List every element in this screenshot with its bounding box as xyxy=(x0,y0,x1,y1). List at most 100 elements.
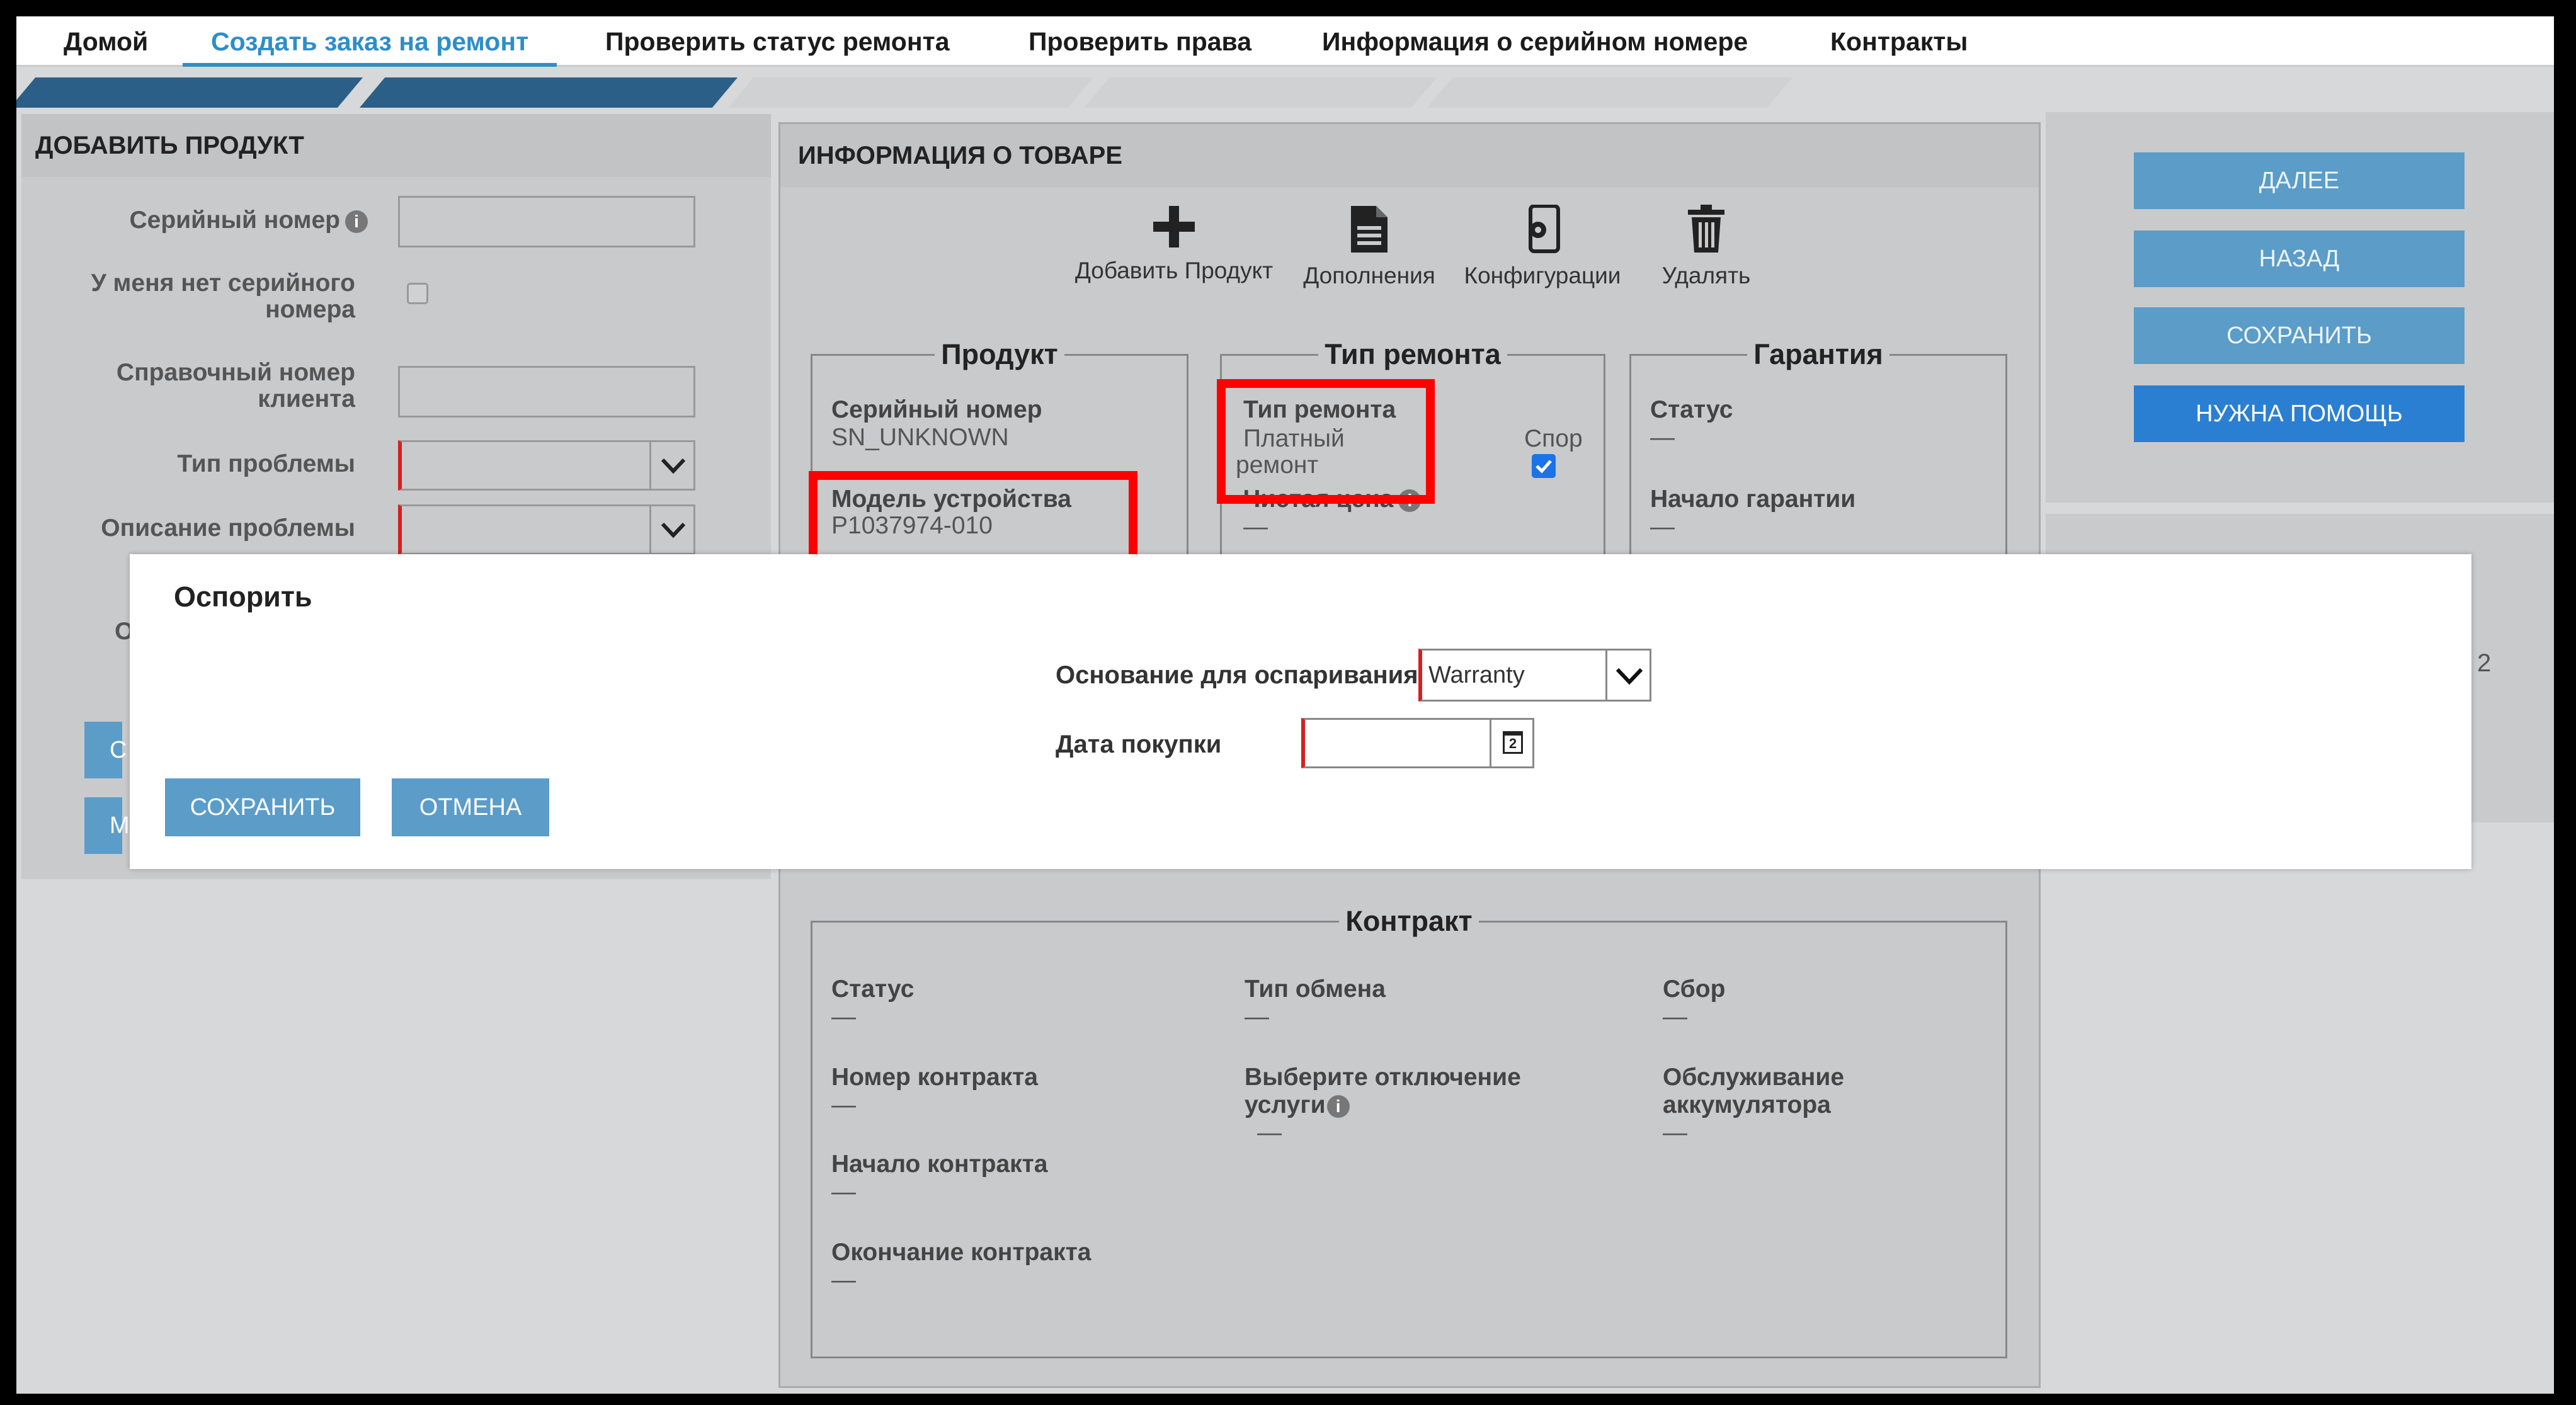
warranty-start-label: Начало гарантии xyxy=(1650,486,1856,513)
dialog-save-button[interactable]: СОХРАНИТЬ xyxy=(165,778,360,836)
contract-start-label: Начало контракта xyxy=(831,1151,1048,1178)
partial-button-1[interactable]: С xyxy=(84,722,127,778)
exchange-type-label: Тип обмена xyxy=(1245,976,1386,1003)
dialog-cancel-button[interactable]: ОТМЕНА xyxy=(392,778,549,836)
document-icon xyxy=(1351,206,1388,253)
delete-label: Удалять xyxy=(1661,263,1751,288)
battery-service-label: Обслуживание аккумулятора xyxy=(1663,1064,1844,1119)
customer-ref-label-line-1: Справочный номер xyxy=(116,359,355,386)
battery-service-label-line-2: аккумулятора xyxy=(1663,1091,1831,1118)
repair-type-legend: Тип ремонта xyxy=(1325,338,1501,370)
warranty-legend: Гарантия xyxy=(1753,338,1883,370)
problem-description-label: Описание проблемы xyxy=(101,515,355,542)
plus-icon xyxy=(1153,206,1195,247)
nav-check-entitlement[interactable]: Проверить права xyxy=(1029,16,1251,67)
nav-home[interactable]: Домой xyxy=(64,16,148,67)
save-button[interactable]: СОХРАНИТЬ xyxy=(2134,307,2465,364)
contract-number-label: Номер контракта xyxy=(831,1064,1038,1091)
addons-label: Дополнения xyxy=(1303,263,1435,288)
next-button[interactable]: ДАЛЕЕ xyxy=(2134,152,2465,209)
product-serial-value: SN_UNKNOWN xyxy=(831,424,1009,451)
warranty-status-label: Статус xyxy=(1650,396,1733,423)
no-serial-checkbox[interactable] xyxy=(407,283,428,304)
panel-title: ДОБАВИТЬ ПРОДУКТ xyxy=(21,114,771,177)
checkmark-icon xyxy=(1536,460,1552,474)
warranty-group: Гарантия Статус — Начало гарантии — xyxy=(1629,338,2007,590)
dispute-dialog: Оспорить Основание для оспаривания Warra… xyxy=(130,554,2471,869)
contract-status-value: — xyxy=(831,1003,856,1030)
no-serial-label: У меня нет серийного номера xyxy=(91,270,355,323)
no-serial-label-line-1: У меня нет серийного xyxy=(91,270,355,297)
dialog-title: Оспорить xyxy=(174,581,312,613)
app-window: Домой Создать заказ на ремонт Проверить … xyxy=(16,16,2554,1394)
chevron-down-icon[interactable] xyxy=(649,506,693,553)
chevron-down-icon[interactable] xyxy=(649,442,693,489)
dispute-reason-value: Warranty xyxy=(1428,662,1525,688)
progress-steps xyxy=(16,77,1906,108)
service-disable-label-line-2: услуги xyxy=(1245,1091,1326,1118)
step-1 xyxy=(16,77,363,108)
warranty-status-value: — xyxy=(1650,424,1675,451)
configurations-label: Конфигурации xyxy=(1464,263,1621,288)
purchase-date-input[interactable]: 2 xyxy=(1301,718,1534,768)
dispute-label: Спор xyxy=(1524,425,1583,452)
contract-number-value: — xyxy=(831,1091,856,1118)
step-3 xyxy=(727,77,1094,108)
fee-label: Сбор xyxy=(1663,976,1726,1003)
product-serial-label: Серийный номер xyxy=(831,396,1042,423)
customer-ref-label: Справочный номер клиента xyxy=(117,360,355,412)
chevron-down-icon[interactable] xyxy=(1605,651,1650,700)
service-disable-label-line-1: Выберите отключение xyxy=(1245,1064,1521,1091)
need-help-button[interactable]: НУЖНА ПОМОЩЬ xyxy=(2134,385,2465,442)
calendar-icon: 2 xyxy=(1503,731,1523,754)
highlight-device-model xyxy=(809,471,1137,564)
add-product-label: Добавить Продукт xyxy=(1074,258,1274,283)
nav-contracts[interactable]: Контракты xyxy=(1830,16,1968,67)
battery-service-value: — xyxy=(1663,1119,1687,1146)
info-icon[interactable]: i xyxy=(1326,1095,1350,1118)
purchase-date-label: Дата покупки xyxy=(1056,731,1222,758)
nav-serial-info[interactable]: Информация о серийном номере xyxy=(1322,16,1748,67)
contract-start-value: — xyxy=(831,1178,856,1205)
service-disable-value: — xyxy=(1257,1119,1282,1146)
dispute-reason-label: Основание для оспаривания xyxy=(1056,661,1418,689)
top-navigation: Домой Создать заказ на ремонт Проверить … xyxy=(16,16,2554,67)
fee-value: — xyxy=(1663,1003,1687,1030)
step-4 xyxy=(1083,77,1437,108)
no-serial-label-line-2: номера xyxy=(265,296,355,323)
service-disable-label: Выберите отключение услуги i xyxy=(1245,1064,1521,1119)
step-5 xyxy=(1427,77,1793,108)
battery-service-label-line-1: Обслуживание xyxy=(1663,1064,1845,1091)
add-product-button[interactable]: Добавить Продукт xyxy=(1070,205,1278,284)
configurations-button[interactable]: Конфигурации xyxy=(1461,205,1624,289)
problem-type-label: Тип проблемы xyxy=(177,450,355,477)
exchange-type-value: — xyxy=(1245,1003,1269,1030)
calendar-button[interactable]: 2 xyxy=(1490,720,1532,766)
back-button[interactable]: НАЗАД xyxy=(2134,230,2465,287)
contract-group: Контракт Статус — Номер контракта — Нача… xyxy=(811,905,2007,1358)
problem-description-select[interactable] xyxy=(398,504,695,555)
contract-legend: Контракт xyxy=(1345,905,1473,937)
addons-button[interactable]: Дополнения xyxy=(1297,205,1442,289)
partial-button-2[interactable]: М xyxy=(84,797,130,854)
device-settings-icon xyxy=(1529,205,1560,253)
nav-check-repair-status[interactable]: Проверить статус ремонта xyxy=(605,16,950,67)
trash-icon xyxy=(1688,205,1724,253)
dispute-reason-select[interactable]: Warranty xyxy=(1418,649,1651,702)
nav-create-repair-order[interactable]: Создать заказ на ремонт xyxy=(183,16,557,67)
panel-title: ИНФОРМАЦИЯ О ТОВАРЕ xyxy=(780,124,2039,187)
contract-end-label: Окончание контракта xyxy=(831,1239,1091,1266)
highlight-repair-type xyxy=(1217,379,1435,504)
customer-ref-label-line-2: клиента xyxy=(258,385,355,412)
serial-number-label: Серийный номер i xyxy=(129,207,368,234)
delete-button[interactable]: Удалять xyxy=(1643,205,1769,289)
info-icon[interactable]: i xyxy=(345,210,368,233)
customer-ref-input[interactable] xyxy=(398,366,695,418)
serial-number-input[interactable] xyxy=(398,196,695,247)
net-price-value: — xyxy=(1243,513,1268,540)
serial-number-label-text: Серийный номер xyxy=(129,207,340,234)
problem-type-select[interactable] xyxy=(398,440,695,491)
contract-end-value: — xyxy=(831,1266,856,1294)
dispute-checkbox[interactable] xyxy=(1532,454,1556,478)
partial-text: 2 xyxy=(2477,649,2492,677)
